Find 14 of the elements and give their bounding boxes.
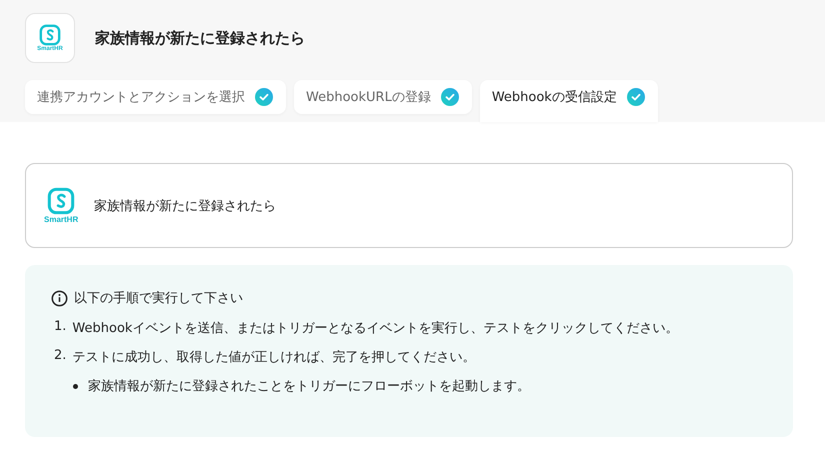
step-text: Webhookイベントを送信、またはトリガーとなるイベントを実行し、テストをクリックしてください。 [72,320,678,337]
smarthr-logo: SmartHR [44,187,78,224]
instructions-heading: 以下の手順で実行して下さい [74,290,243,307]
step-tab[interactable]: WebhookURLの登録 [294,80,472,114]
step-tab[interactable]: Webhookの受信設定 [480,80,658,122]
step-tab[interactable]: 連携アカウントとアクションを選択 [25,80,286,114]
step-text: テストに成功し、取得した値が正しければ、完了を押してください。 [72,349,476,366]
step-number: 1. [54,319,66,336]
bullet-dot [73,384,78,388]
step-number: 2. [54,348,66,365]
info-icon [51,290,68,306]
trigger-title: 家族情報が新たに登録されたら [94,198,276,214]
bullet-text: 家族情報が新たに登録されたことをトリガーにフローボットを起動します。 [88,378,530,395]
page-title: 家族情報が新たに登録されたら [95,28,305,48]
